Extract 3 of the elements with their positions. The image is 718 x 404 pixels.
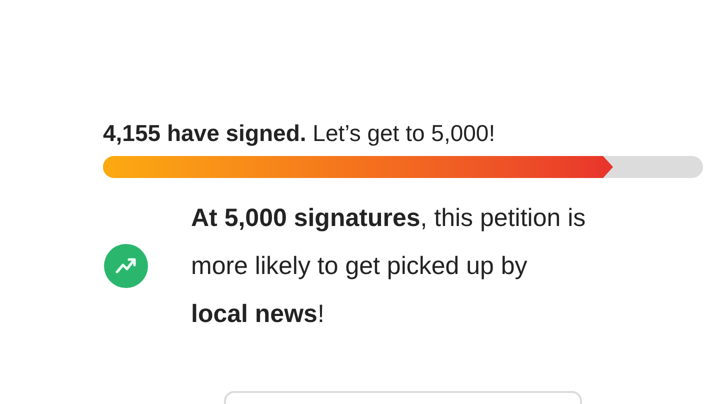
trend-up-icon bbox=[103, 243, 149, 289]
signature-count: 4,155 have signed. Let’s get to 5,000! bbox=[103, 119, 496, 148]
milestone-message: At 5,000 signatures, this petition is more likely to get picked up by local news! bbox=[191, 203, 586, 330]
